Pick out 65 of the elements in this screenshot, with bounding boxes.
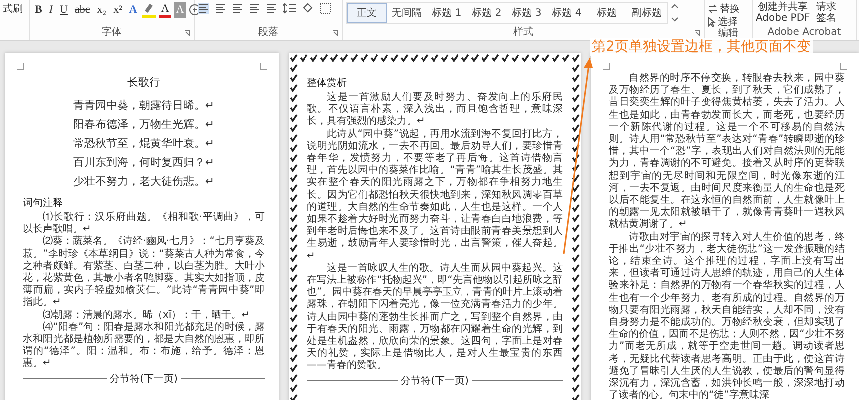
poem-line: 少壮不努力，老大徒伤悲。↵ [72, 174, 216, 190]
style-option[interactable]: 标题 3 [507, 3, 547, 23]
section-heading: 词句注释 [23, 197, 64, 210]
poem-line: 常恐秋节至，焜黄华叶衰。↵ [72, 136, 216, 152]
align-text-icon[interactable] [266, 2, 277, 14]
borders-icon[interactable] [320, 2, 331, 14]
align-text-icon[interactable] [215, 2, 226, 14]
font-format-button[interactable]: A [159, 2, 172, 18]
margin-corner-mark [603, 63, 610, 70]
poem-line: 青青园中葵，朝露待日晞。↵ [72, 98, 216, 114]
margin-corner-mark [17, 63, 24, 70]
group-label: 段落 [258, 27, 278, 39]
replace-icon [708, 4, 718, 14]
font-format-button[interactable]: x² [112, 2, 124, 18]
align-text-icon[interactable] [232, 2, 243, 14]
style-option[interactable]: 标题 2 [467, 3, 507, 23]
line-spacing-icon[interactable] [283, 2, 296, 14]
style-option[interactable]: 副标题 [627, 3, 667, 23]
style-option[interactable]: 无间隔 [387, 3, 427, 23]
dialog-launcher-icon[interactable] [184, 30, 191, 37]
body-paragraph: 诗歌由对宇宙的探寻转入对人生价值的思考，终于推出“少壮不努力，老大徒伤悲”这一发聋振聩的结论，结束全诗。这个推理的过程，字面上没有写出来，但读者可通过诗人思维的轨迹，用自己的人生体验来补足：自然界的万物有一个春华秋实的过程，人生也有一个少年努力、老有所成的过程。自然界的万物只要有阳光雨露，秋天自能结实，人却不同，没有自身努力是不能成功的。万物经秋变衰，但却实现了生命的价值，因而不足伤悲；人则不然，因“少壮不努力”而老无所成，就等于空走世间一趟。调动读者思考，无疑比代替读者思考高明。正由于此，使这首诗避免了冒昧引人生厌的人生说教，使最后的警句显得深沉有力，深沉含蓄，如洪钟长鸣一般，深深地打动了读者的心。句末中的“徒”字意味深 [609, 232, 845, 400]
highlighter-icon[interactable] [142, 2, 156, 18]
enclosed-character-icon[interactable] [189, 4, 202, 16]
body-paragraph: 这是一首激励人们要及时努力、奋发向上的乐府民歌。不仅语言朴素，深入浅出，而且饱含哲理，意味深长，具有强烈的感染力。↵ [307, 92, 563, 128]
style-option[interactable]: 标题 [587, 3, 627, 23]
group-label: 编辑 [718, 28, 738, 40]
body-paragraph: 这是一首咏叹人生的歌。诗人生而从园中葵起兴。这在写法上被称作“托物起兴”，即“先言他物以引起所咏之辞也”。园中葵在春天的早晨亭亭玉立，青青的叶片上滚动着露珠，在朝阳下闪着亮光，像一位充满青春活力的少年。诗人由园中葵的蓬勃生长推而广之，写到整个自然界，由于有春天的阳光、雨露，万物都在闪耀着生命的光辉，到处是生机盎然，欣欣向荣的景象。这四句，字面上是对春天的礼赞，实际上是借物比人，是对人生最宝贵的东西——青春的赞歌。 [307, 262, 563, 373]
group-label: 样式 [514, 27, 534, 39]
acrobat-button[interactable]: 请求签名 [815, 2, 838, 24]
body-paragraph: ⑴长歌行：汉乐府曲题。《相和歌·平调曲》，可以长声歌唱。↵ [23, 212, 265, 236]
align-text-icon[interactable] [198, 2, 209, 14]
font-format-button[interactable]: U [58, 2, 70, 18]
font-format-button[interactable]: abc [72, 2, 92, 18]
poem-title: 长歌行 [126, 75, 162, 90]
replace-button[interactable]: 替换 [708, 2, 749, 15]
section-break-label: 分节符(下一页) [401, 374, 469, 388]
section-break-label: 分节符(下一页) [110, 372, 178, 386]
section-heading: 整体赏析 [307, 77, 348, 90]
font-format-button[interactable]: I [47, 2, 56, 18]
acrobat-button[interactable]: 创建并共享 Adobe PDF [756, 2, 810, 24]
group-label: 字体 [102, 27, 122, 39]
body-paragraph: 自然界的时序不停交换，转眼春去秋来，园中葵及万物经历了春生、夏长，到了秋天，它们成熟了，昔日奕奕生辉的叶子变得焦黄枯萎，失去了活力。人生也是如此，由青春勃发而长大，而老死，也要经历一个新陈代谢的过程。这是一个不可移易的自然法则。诗人用“常恐秋节至”表达对“青春”转瞬即逝的珍惜，其中一个“恐”字，表现出人们对自然法则的无能为力，青春凋谢的不可避免。接着又从时序的更替联想到宇宙的无尽时间和无限空间，时光像东逝的江河，一去不复返。由时间尺度来衡量人的生命也是死以后不能复生。在这永恒的自然面前，人生就像叶上的朝露一见太阳就被晒干了，就像青青葵叶一遇秋风就枯黄凋谢了。↵ [609, 73, 845, 232]
annotation-text: 第2页单独设置边框，其他页面不变 [590, 38, 813, 56]
poem-line: 百川东到海，何时复西归？↵ [72, 155, 216, 171]
format-painter-button[interactable]: 式刷 [3, 2, 26, 15]
cursor-icon [708, 16, 716, 26]
body-paragraph: ⑷“阳春”句：阳春是露水和阳光都充足的时候，露水和阳光都是植物所需要的，都是大自然的恩惠，即所谓的“德泽”。阳：温和。布：布施，给予。德泽：恩惠。↵ [23, 322, 265, 371]
font-format-button[interactable]: B [33, 2, 44, 18]
body-paragraph: ⑶朝露：清晨的露水。晞（xī）：干，晒干。↵ [42, 310, 252, 322]
scroll-arrows-icon[interactable] [671, 3, 679, 23]
style-option[interactable]: 标题 4 [547, 3, 587, 23]
style-option[interactable]: 正文 [347, 3, 387, 23]
dialog-launcher-icon[interactable] [694, 30, 701, 37]
margin-corner-mark [840, 63, 847, 70]
font-format-button[interactable]: A [127, 2, 140, 18]
align-text-icon[interactable] [249, 2, 260, 14]
poem-line: 阳春布德泽，万物生光辉。↵ [72, 117, 216, 133]
group-label: Adobe Acrobat [768, 27, 842, 39]
style-option[interactable]: 标题 1 [427, 3, 467, 23]
select-button[interactable]: 选择 [708, 15, 749, 28]
body-paragraph: 此诗从“园中葵”说起，再用水流到海不复回打比方，说明光阴如流水，一去不再回。最后劝导人们，要珍惜青春年华，发愤努力，不要等老了再后悔。这首诗借物言理，首先以园中的葵菜作比喻。“青青”喻其生长茂盛。其实在整个春天的阳光雨露之下，万物都在争相努力地生长。因为它们都恐怕秋天很快地到来，深知秋风凋零百草的道理。大自然的生命节奏如此，人生也是这样。一个人如果不趁着大好时光而努力奋斗，让青春白白地浪费，等到年老时后悔也来不及了。这首诗由眼前青春美景想到人生易逝，鼓励青年人要珍惜时光，出言警策，催人奋起。↵ [307, 128, 563, 262]
body-paragraph: ⑵葵：蔬菜名。《诗经·豳风·七月》：“七月亨葵及菽。”李时珍《本草纲目》说：“葵菜古人种为常食，今之种者颇鲜。有紫茎、白茎二种，以白茎为胜。大叶小花，花紫黄色，其最小者名鸭脚葵。其实大如指顶，皮薄而扁，实内子轻虚如榆荚仁。”此诗“青青园中葵”即指此。↵ [23, 236, 265, 310]
dialog-launcher-icon[interactable] [332, 30, 339, 37]
font-format-button[interactable]: x₂ [95, 2, 109, 18]
margin-corner-mark [260, 63, 267, 70]
